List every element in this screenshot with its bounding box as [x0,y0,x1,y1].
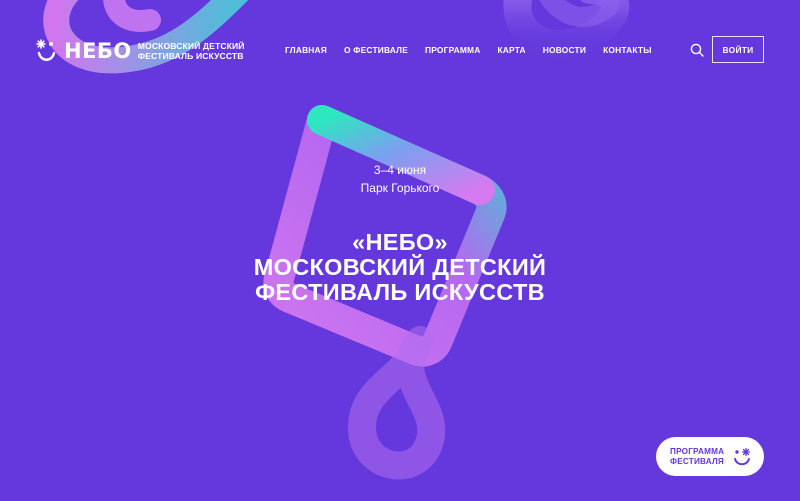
nav-item-news[interactable]: НОВОСТИ [543,45,586,55]
smiley-logo-icon [36,39,56,61]
main-nav: ГЛАВНАЯ О ФЕСТИВАЛЕ ПРОГРАММА КАРТА НОВО… [285,45,669,55]
nav-item-home[interactable]: ГЛАВНАЯ [285,45,327,55]
hero-title: «НЕБО» МОСКОВСКИЙ ДЕТСКИЙ ФЕСТИВАЛЬ ИСКУ… [0,230,800,305]
logo-subtitle-line1: МОСКОВСКИЙ ДЕТСКИЙ [137,41,245,51]
logo-subtitle-line2: ФЕСТИВАЛЬ ИСКУССТВ [137,51,244,61]
hero-title-line3: ФЕСТИВАЛЬ ИСКУССТВ [255,279,545,305]
festival-program-button[interactable]: ПРОГРАММА ФЕСТИВАЛЯ [656,437,764,476]
hero-title-line1: «НЕБО» [352,229,448,255]
program-button-line2: ФЕСТИВАЛЯ [670,456,724,466]
nav-item-map[interactable]: КАРТА [498,45,526,55]
hero-title-line2: МОСКОВСКИЙ ДЕТСКИЙ [253,254,547,280]
smiley-logo-icon [734,447,751,466]
logo-subtitle: МОСКОВСКИЙ ДЕТСКИЙ ФЕСТИВАЛЬ ИСКУССТВ [138,41,245,61]
festival-location: Парк Горького [360,181,440,195]
ribbon-bottom-tail [348,326,446,480]
nav-item-about[interactable]: О ФЕСТИВАЛЕ [344,45,408,55]
logo-wordmark: НЕБО [64,38,132,63]
site-logo[interactable]: НЕБО МОСКОВСКИЙ ДЕТСКИЙ ФЕСТИВАЛЬ ИСКУСС… [36,38,245,64]
program-button-label: ПРОГРАММА ФЕСТИВАЛЯ [670,447,724,467]
nav-item-program[interactable]: ПРОГРАММА [425,45,480,55]
nav-item-contacts[interactable]: КОНТАКТЫ [603,45,652,55]
festival-date: 3–4 июня [373,163,427,177]
search-icon[interactable] [690,43,704,57]
login-button[interactable]: ВОЙТИ [712,36,764,63]
program-button-line1: ПРОГРАММА [670,446,725,456]
